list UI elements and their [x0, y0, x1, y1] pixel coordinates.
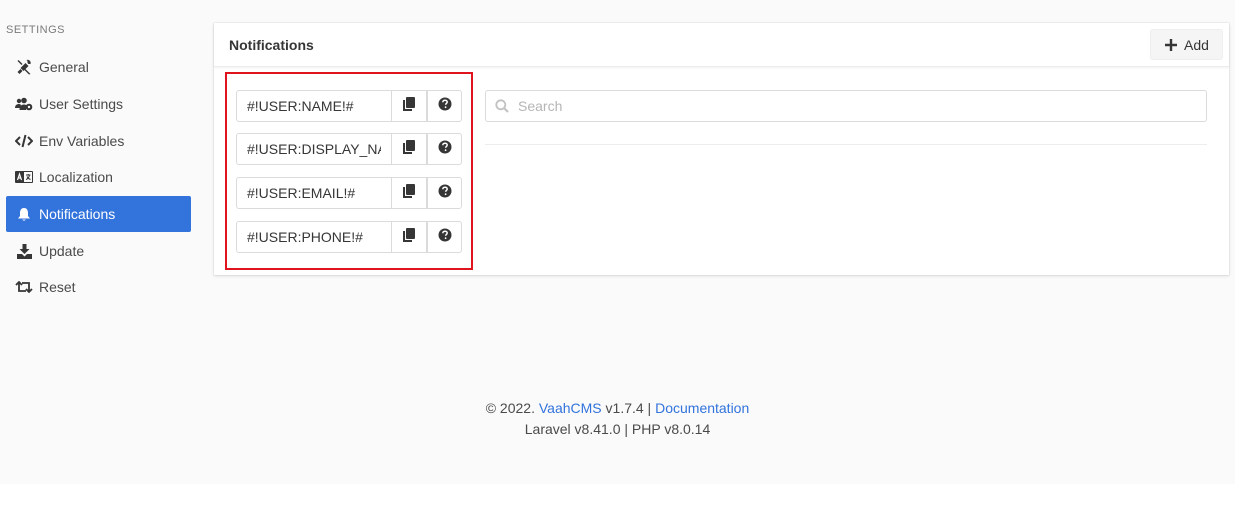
version-text: v1.7.4 |: [605, 400, 652, 416]
copy-icon: [403, 183, 415, 203]
language-icon: [15, 168, 33, 186]
search-field: [485, 90, 1207, 122]
sidebar-item-env-variables[interactable]: Env Variables: [6, 123, 191, 159]
code-icon: [15, 132, 33, 150]
divider: [485, 144, 1207, 145]
retweet-icon: [15, 278, 33, 296]
variable-input[interactable]: [236, 133, 392, 165]
download-icon: [15, 242, 33, 260]
sidebar-item-label: Env Variables: [39, 133, 125, 149]
copy-button[interactable]: [391, 90, 427, 122]
page-bottom: [0, 484, 1235, 525]
copyright-text: © 2022.: [485, 400, 535, 416]
copy-button[interactable]: [391, 133, 427, 165]
app-shell: SETTINGS General User Settings Env Varia…: [0, 0, 1235, 484]
sidebar-item-label: User Settings: [39, 96, 124, 112]
copy-button[interactable]: [391, 221, 427, 253]
sidebar-item-notifications[interactable]: Notifications: [6, 196, 191, 232]
variable-row: [236, 177, 462, 209]
vaahcms-link[interactable]: VaahCMS: [539, 400, 602, 416]
sidebar-item-label: Reset: [39, 279, 76, 295]
copy-icon: [403, 96, 415, 116]
plus-icon: [1164, 38, 1178, 52]
add-button-label: Add: [1184, 36, 1209, 53]
footer-line-1: © 2022. VaahCMS v1.7.4 | Documentation: [0, 398, 1235, 419]
copy-icon: [403, 139, 415, 159]
variable-input[interactable]: [236, 221, 392, 253]
sidebar-item-localization[interactable]: Localization: [6, 159, 191, 195]
users-cog-icon: [15, 95, 33, 113]
sidebar-item-label: Localization: [39, 169, 113, 185]
card-header: Notifications Add: [214, 23, 1229, 67]
variable-row: [236, 133, 462, 165]
sidebar-item-update[interactable]: Update: [6, 233, 191, 269]
card-title: Notifications: [229, 37, 314, 53]
sidebar-label: SETTINGS: [6, 24, 66, 36]
help-button[interactable]: [427, 133, 462, 165]
add-button[interactable]: Add: [1150, 29, 1223, 60]
variable-input[interactable]: [236, 177, 392, 209]
sidebar-item-user-settings[interactable]: User Settings: [6, 86, 191, 122]
sidebar-item-label: Notifications: [39, 206, 116, 222]
tools-icon: [15, 58, 33, 76]
notifications-card: Notifications Add: [214, 23, 1229, 275]
footer-line-2: Laravel v8.41.0 | PHP v8.0.14: [524, 421, 711, 437]
copy-icon: [403, 227, 415, 247]
search-input[interactable]: [518, 91, 1198, 121]
search-icon: [495, 99, 509, 113]
bell-icon: [15, 205, 33, 223]
copy-button[interactable]: [391, 177, 427, 209]
sidebar-item-general[interactable]: General: [6, 49, 191, 85]
sidebar-item-label: General: [39, 59, 89, 75]
documentation-link[interactable]: Documentation: [655, 400, 749, 416]
variable-row: [236, 90, 462, 122]
question-circle-icon: [438, 184, 452, 203]
question-circle-icon: [438, 97, 452, 116]
help-button[interactable]: [427, 90, 462, 122]
variable-input[interactable]: [236, 90, 392, 122]
help-button[interactable]: [427, 177, 462, 209]
sidebar-item-label: Update: [39, 243, 85, 259]
variable-row: [236, 221, 462, 253]
question-circle-icon: [438, 228, 452, 247]
help-button[interactable]: [427, 221, 462, 253]
question-circle-icon: [438, 140, 452, 159]
footer: © 2022. VaahCMS v1.7.4 | Documentation L…: [0, 398, 1235, 440]
sidebar-item-reset[interactable]: Reset: [6, 269, 191, 305]
